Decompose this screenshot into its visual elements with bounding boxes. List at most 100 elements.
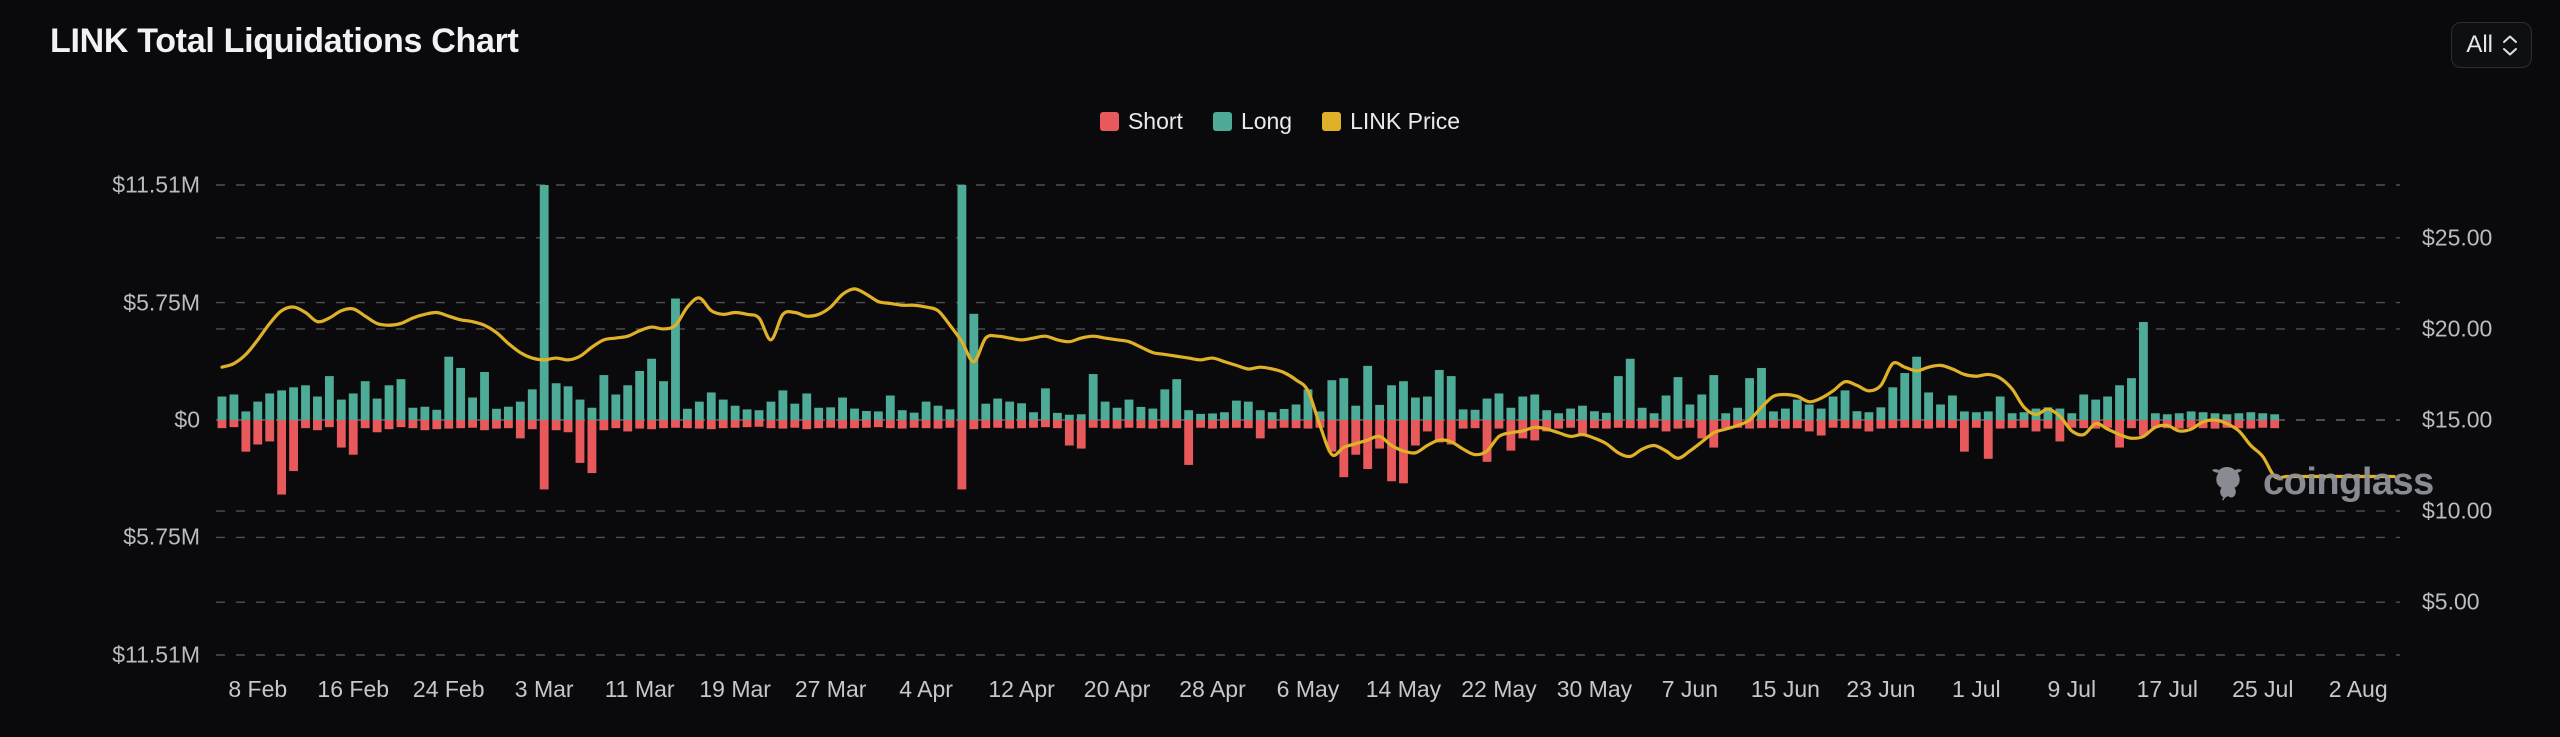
bar-short bbox=[647, 420, 657, 430]
bar-short bbox=[1554, 420, 1564, 429]
bar-long bbox=[2091, 399, 2101, 420]
bar-long bbox=[1661, 395, 1671, 420]
bar-long bbox=[981, 403, 991, 420]
bar-short bbox=[1387, 420, 1396, 482]
bar-short bbox=[408, 420, 418, 429]
bar-short bbox=[933, 420, 943, 429]
bar-short bbox=[885, 420, 895, 429]
bar-short bbox=[1470, 420, 1480, 429]
watermark-text: coinglass bbox=[2263, 460, 2434, 503]
bar-short bbox=[1160, 420, 1170, 428]
bar-short bbox=[1661, 420, 1671, 432]
bar-short bbox=[432, 420, 442, 430]
y-axis-right-tick: $5.00 bbox=[2422, 588, 2480, 615]
bar-short bbox=[1076, 420, 1086, 449]
bar-long bbox=[1112, 407, 1122, 420]
bar-short bbox=[754, 420, 764, 427]
bar-long bbox=[1088, 374, 1098, 420]
bar-long bbox=[1363, 365, 1373, 420]
bar-short bbox=[838, 420, 847, 429]
bar-long bbox=[1804, 404, 1814, 420]
bar-short bbox=[480, 420, 489, 431]
bar-short bbox=[993, 420, 1003, 428]
bar-long bbox=[1148, 408, 1158, 420]
bar-short bbox=[1673, 420, 1683, 429]
bar-short bbox=[2127, 420, 2136, 429]
bar-long bbox=[1518, 396, 1528, 420]
bar-short bbox=[1041, 420, 1050, 428]
bar-short bbox=[611, 420, 621, 429]
bar-long bbox=[420, 406, 430, 420]
bar-short bbox=[575, 420, 585, 463]
bar-long bbox=[1100, 401, 1110, 420]
bar-long bbox=[957, 185, 967, 420]
y-axis-right-tick: $15.00 bbox=[2422, 406, 2493, 433]
bar-long bbox=[539, 185, 549, 420]
bar-short bbox=[718, 420, 728, 429]
bar-long bbox=[1375, 404, 1385, 420]
bar-long bbox=[1339, 378, 1349, 420]
bar-long bbox=[909, 412, 919, 420]
bar-long bbox=[575, 399, 585, 420]
bar-long bbox=[289, 387, 298, 420]
bar-short bbox=[706, 420, 716, 430]
bar-short bbox=[277, 420, 287, 495]
bar-long bbox=[587, 407, 597, 420]
bar-long bbox=[1172, 379, 1182, 420]
bar-long bbox=[1769, 411, 1778, 420]
bar-long bbox=[277, 390, 287, 420]
bar-long bbox=[1542, 410, 1552, 420]
bar-short bbox=[659, 420, 668, 429]
bar-short bbox=[515, 420, 525, 439]
bar-long bbox=[1900, 373, 1910, 420]
bar-long bbox=[1816, 408, 1826, 420]
bull-logo-icon bbox=[2212, 467, 2242, 501]
bar-long bbox=[1196, 413, 1205, 420]
bar-long bbox=[1494, 393, 1504, 420]
bar-long bbox=[1995, 396, 2005, 420]
bar-long bbox=[862, 411, 871, 420]
bar-short bbox=[1649, 420, 1659, 428]
bar-short bbox=[850, 420, 859, 429]
bar-short bbox=[241, 420, 251, 452]
bar-long bbox=[814, 407, 824, 420]
bar-long bbox=[1446, 376, 1456, 420]
bar-short bbox=[2019, 420, 2029, 428]
bar-long bbox=[324, 376, 334, 420]
bar-long bbox=[1554, 413, 1564, 420]
bar-short bbox=[468, 420, 477, 428]
bar-long bbox=[790, 403, 800, 420]
bar-long bbox=[1530, 394, 1540, 420]
bar-short bbox=[742, 420, 752, 428]
bar-long bbox=[1231, 400, 1241, 420]
bar-long bbox=[1733, 407, 1743, 420]
bar-long bbox=[229, 394, 239, 420]
bar-long bbox=[1888, 387, 1898, 420]
bar-short bbox=[1780, 420, 1790, 429]
bar-long bbox=[1399, 381, 1408, 420]
bar-short bbox=[229, 420, 239, 428]
bar-long bbox=[1041, 388, 1050, 420]
bar-short bbox=[1231, 420, 1241, 428]
bar-long bbox=[730, 405, 740, 420]
bar-long bbox=[1685, 404, 1695, 420]
bar-long bbox=[1828, 396, 1838, 420]
bar-short bbox=[1852, 420, 1862, 429]
bar-short bbox=[1422, 420, 1432, 432]
bar-long bbox=[1458, 409, 1468, 420]
bar-short bbox=[1148, 420, 1158, 429]
bar-long bbox=[1351, 405, 1361, 420]
bar-long bbox=[1267, 412, 1277, 420]
bar-long bbox=[241, 411, 251, 420]
bar-short bbox=[1184, 420, 1194, 465]
bar-long bbox=[1470, 409, 1480, 420]
bar-short bbox=[1208, 420, 1217, 429]
bar-long bbox=[1876, 407, 1886, 420]
bar-long bbox=[671, 298, 680, 420]
bar-short bbox=[503, 420, 513, 429]
bar-short bbox=[1566, 420, 1575, 428]
bar-short bbox=[2079, 420, 2089, 429]
bar-short bbox=[336, 420, 346, 448]
bar-short bbox=[1100, 420, 1110, 429]
bar-long bbox=[694, 401, 704, 420]
